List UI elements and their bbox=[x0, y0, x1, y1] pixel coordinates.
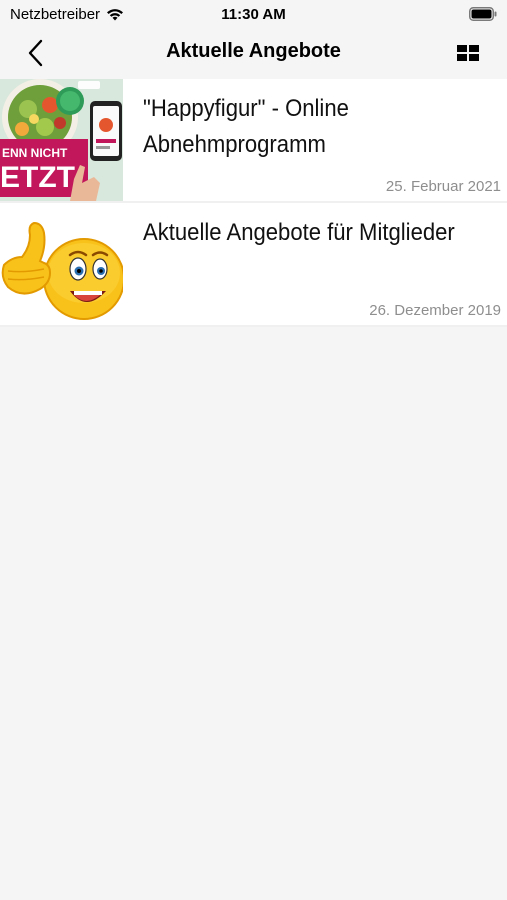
offers-list: ENN NICHT ETZT "Happyfigur" - Online Abn… bbox=[0, 79, 507, 327]
list-item-date: 26. Dezember 2019 bbox=[369, 302, 501, 319]
thumbnail-text: ENN NICHT bbox=[2, 146, 68, 160]
svg-text:ETZT: ETZT bbox=[0, 161, 75, 194]
list-item[interactable]: ENN NICHT ETZT "Happyfigur" - Online Abn… bbox=[0, 79, 507, 203]
grid-icon bbox=[457, 45, 479, 61]
list-item-date: 25. Februar 2021 bbox=[385, 178, 501, 195]
happyfigur-thumbnail: ENN NICHT ETZT bbox=[0, 79, 123, 201]
page-title: Aktuelle Angebote bbox=[166, 40, 341, 62]
battery-icon bbox=[469, 7, 497, 21]
grid-view-button[interactable] bbox=[455, 40, 481, 66]
list-item-title: Aktuelle Angebote für Mitglieder bbox=[143, 219, 455, 246]
thumbs-up-smiley-thumbnail bbox=[0, 203, 123, 325]
list-item[interactable]: Aktuelle Angebote für Mitglieder 26. Dez… bbox=[0, 203, 507, 327]
wifi-icon bbox=[107, 9, 124, 21]
carrier: Netzbetreiber bbox=[10, 6, 124, 23]
list-item-title: "Happyfigur" - Online Abnehmprogramm bbox=[143, 95, 349, 158]
status-bar: Netzbetreiber 11:30 AM bbox=[0, 0, 507, 28]
navigation-bar: Aktuelle Angebote bbox=[0, 28, 507, 78]
carrier-label: Netzbetreiber bbox=[10, 6, 101, 23]
